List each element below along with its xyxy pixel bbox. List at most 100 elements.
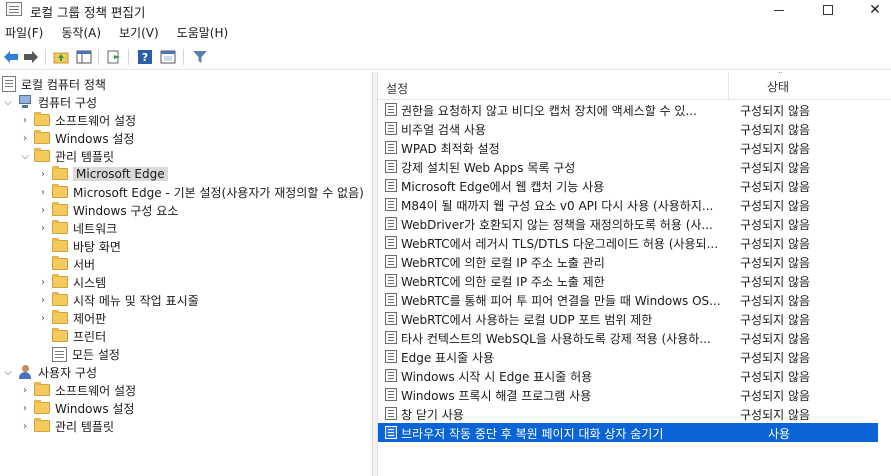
policy-row[interactable]: 권한을 요청하지 않고 비디오 캡처 장치에 액세스할 수 있... 구성되지 않… — [378, 100, 878, 119]
policy-row[interactable]: WebDriver가 호환되지 않는 정책을 재정의하도록 허용 (사... 구성… — [378, 214, 878, 233]
properties-icon — [160, 50, 176, 64]
policy-row[interactable]: 창 닫기 사용 구성되지 않음 — [378, 404, 878, 423]
column-header-state[interactable]: 상태 — [767, 78, 789, 95]
policy-name: WebRTC를 통해 피어 투 피어 연결을 만들 때 Windows OS..… — [401, 294, 721, 308]
help-button[interactable]: ? — [136, 48, 154, 66]
policy-row[interactable]: Edge 표시줄 사용 구성되지 않음 — [378, 347, 878, 366]
export-list-button[interactable] — [105, 48, 123, 66]
policy-setting-icon — [385, 103, 397, 116]
chevron-right-icon[interactable]: › — [38, 309, 48, 327]
policy-row[interactable]: WebRTC에서 레거시 TLS/DTLS 다운그레이드 허용 (사용되... 구… — [378, 233, 878, 252]
back-button[interactable] — [2, 48, 20, 66]
chevron-right-icon[interactable]: › — [20, 129, 30, 147]
policy-row[interactable]: WebRTC에 의한 로컬 IP 주소 노출 제한 구성되지 않음 — [378, 271, 878, 290]
chevron-right-icon[interactable]: › — [20, 399, 30, 417]
chevron-down-icon[interactable]: ⌵ — [20, 147, 30, 165]
tree-item-computer-config[interactable]: ⌵ 컴퓨터 구성 — [3, 93, 97, 111]
policy-row[interactable]: WebRTC에 의한 로컬 IP 주소 노출 관리 구성되지 않음 — [378, 252, 878, 271]
minimize-icon — [774, 9, 784, 11]
chevron-right-icon[interactable]: › — [38, 273, 48, 291]
menu-action[interactable]: 동작(A) — [56, 22, 105, 42]
policy-name: WebDriver가 호환되지 않는 정책을 재정의하도록 허용 (사... — [401, 218, 713, 232]
chevron-right-icon[interactable]: › — [38, 201, 48, 219]
chevron-right-icon[interactable]: › — [38, 183, 48, 201]
policy-document-icon — [2, 76, 16, 92]
folder-icon — [34, 418, 50, 432]
policy-row[interactable]: Microsoft Edge에서 웹 캡처 기능 사용 구성되지 않음 — [378, 176, 878, 195]
policy-row[interactable]: Windows 시작 시 Edge 표시줄 허용 구성되지 않음 — [378, 366, 878, 385]
tree-item-user-software-settings[interactable]: › 소프트웨어 설정 — [20, 381, 136, 399]
tree-item-label: Windows 구성 요소 — [73, 203, 179, 218]
policy-row[interactable]: M84이 될 때까지 웹 구성 요소 v0 API 다시 사용 (사용하지...… — [378, 195, 878, 214]
tree-item-computer-software-settings[interactable]: › 소프트웨어 설정 — [20, 111, 136, 129]
toolbar-separator — [45, 49, 46, 65]
folder-icon — [52, 184, 68, 198]
policy-state: 구성되지 않음 — [740, 370, 811, 384]
show-hide-tree-button[interactable] — [75, 48, 93, 66]
tree-item-server[interactable]: 서버 — [52, 255, 95, 273]
policy-state: 구성되지 않음 — [740, 389, 811, 403]
tree-item-control-panel[interactable]: › 제어판 — [38, 309, 106, 327]
window-title: 로컬 그룹 정책 편집기 — [30, 5, 146, 20]
policy-setting-icon — [385, 198, 397, 211]
up-one-level-button[interactable] — [52, 48, 70, 66]
properties-button[interactable] — [159, 48, 177, 66]
column-header-setting[interactable]: 설정 — [386, 80, 408, 97]
policy-row[interactable]: Windows 프록시 해결 프로그램 사용 구성되지 않음 — [378, 385, 878, 404]
forward-button[interactable] — [22, 48, 40, 66]
tree-item-system[interactable]: › 시스템 — [38, 273, 106, 291]
chevron-right-icon[interactable]: › — [38, 165, 48, 183]
menu-help[interactable]: 도움말(H) — [172, 22, 233, 42]
maximize-button[interactable] — [805, 0, 851, 20]
tree-item-computer-windows-settings[interactable]: › Windows 설정 — [20, 129, 134, 147]
policy-setting-icon — [385, 217, 397, 230]
policy-row[interactable]: WebRTC를 통해 피어 투 피어 연결을 만들 때 Windows OS..… — [378, 290, 878, 309]
policy-state: 구성되지 않음 — [740, 161, 811, 175]
tree-item-computer-admin-templates[interactable]: ⌵ 관리 템플릿 — [20, 147, 114, 165]
policy-row[interactable]: 강제 설치된 Web Apps 목록 구성 구성되지 않음 — [378, 157, 878, 176]
policy-setting-icon — [385, 350, 397, 363]
policy-row[interactable]: WebRTC에서 사용하는 로컬 UDP 포트 범위 제한 구성되지 않음 — [378, 309, 878, 328]
chevron-right-icon[interactable]: › — [20, 381, 30, 399]
chevron-right-icon[interactable]: › — [20, 111, 30, 129]
tree-item-printers[interactable]: 프린터 — [52, 327, 106, 345]
tree-item-local-computer-policy[interactable]: 로컬 컴퓨터 정책 — [2, 75, 106, 93]
tree-item-network[interactable]: › 네트워크 — [38, 219, 117, 237]
export-list-icon — [107, 50, 120, 64]
policy-state: 구성되지 않음 — [740, 180, 811, 194]
policy-setting-icon — [385, 369, 397, 382]
policy-state: 구성되지 않음 — [740, 256, 811, 270]
chevron-right-icon[interactable]: › — [38, 291, 48, 309]
tree-item-microsoft-edge[interactable]: › Microsoft Edge — [38, 165, 168, 183]
policy-row[interactable]: 브라우저 작동 중단 후 복원 페이지 대화 상자 숨기기 사용 — [378, 423, 878, 442]
policy-setting-icon — [385, 274, 397, 287]
chevron-right-icon[interactable]: › — [38, 219, 48, 237]
filter-button[interactable] — [191, 48, 209, 66]
toolbar: ? — [0, 44, 891, 70]
tree-item-user-admin-templates[interactable]: › 관리 템플릿 — [20, 417, 114, 435]
menu-bar: 파일(F) 동작(A) 보기(V) 도움말(H) — [0, 22, 241, 42]
tree-item-user-config[interactable]: ⌵ 사용자 구성 — [3, 363, 97, 381]
tree-item-desktop[interactable]: 바탕 화면 — [52, 237, 121, 255]
chevron-down-icon[interactable]: ⌵ — [3, 93, 13, 111]
tree-item-windows-components[interactable]: › Windows 구성 요소 — [38, 201, 178, 219]
column-divider[interactable] — [728, 72, 729, 100]
menu-file[interactable]: 파일(F) — [0, 22, 47, 42]
policy-row[interactable]: WPAD 최적화 설정 구성되지 않음 — [378, 138, 878, 157]
tree-item-user-windows-settings[interactable]: › Windows 설정 — [20, 399, 134, 417]
tree-item-label: 프린터 — [73, 329, 107, 344]
tree-item-all-settings[interactable]: 모든 설정 — [52, 345, 120, 363]
menu-view[interactable]: 보기(V) — [114, 22, 163, 42]
policy-row[interactable]: 비주얼 검색 사용 구성되지 않음 — [378, 119, 878, 138]
minimize-button[interactable] — [756, 0, 802, 20]
policy-state: 구성되지 않음 — [740, 218, 811, 232]
help-icon: ? — [138, 50, 152, 64]
tree-item-start-menu-taskbar[interactable]: › 시작 메뉴 및 작업 표시줄 — [38, 291, 199, 309]
policy-row[interactable]: 타사 컨텍스트의 WebSQL을 사용하도록 강제 적용 (사용하... 구성되지… — [378, 328, 878, 347]
close-button[interactable]: ✕ — [852, 0, 891, 20]
tree-item-microsoft-edge-defaults[interactable]: › Microsoft Edge - 기본 설정(사용자가 재정의할 수 없음) — [38, 183, 364, 201]
policy-state: 구성되지 않음 — [740, 123, 811, 137]
chevron-down-icon[interactable]: ⌵ — [3, 363, 13, 381]
back-arrow-icon — [4, 51, 18, 63]
chevron-right-icon[interactable]: › — [20, 417, 30, 435]
